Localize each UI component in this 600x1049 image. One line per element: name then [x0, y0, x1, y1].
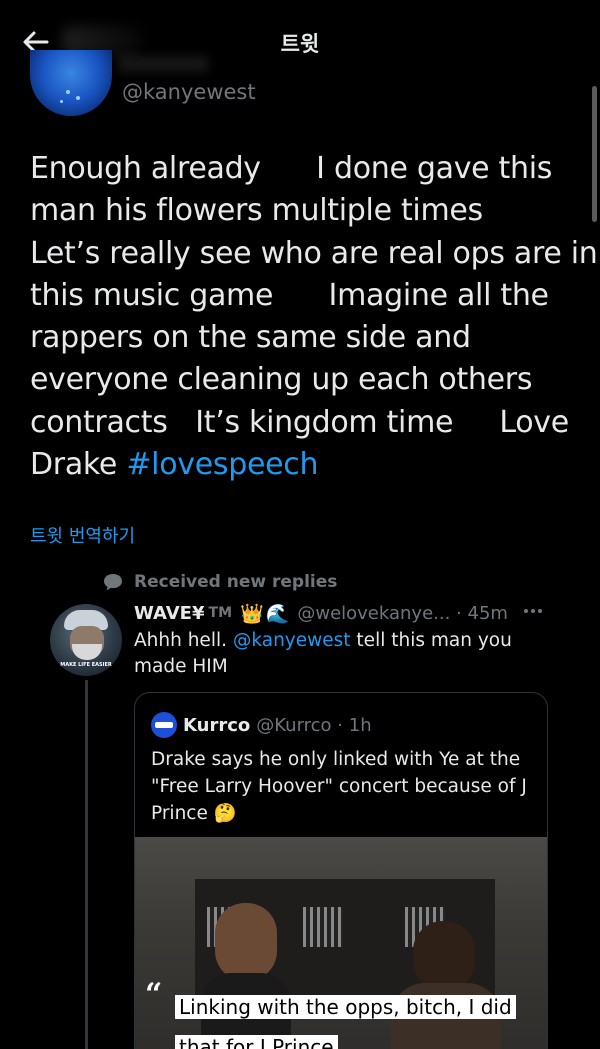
tweet-text-last-line: Drake #lovespeech [30, 444, 585, 486]
reply-author-avatar[interactable]: MAKE LIFE EASIER [50, 604, 122, 676]
image-quote-mark: “ [145, 977, 163, 1012]
reply-separator: · [450, 602, 468, 624]
image-caption: Linking with the opps, bitch, I did that… [175, 987, 525, 1049]
more-options-icon[interactable] [524, 604, 546, 618]
quoted-tweet-header: Kurrco @Kurrco · 1h [151, 712, 372, 738]
image-caption-text: Linking with the opps, bitch, I did that… [175, 995, 516, 1049]
quoted-author-avatar [151, 712, 177, 738]
quoted-author-handle: @Kurrco [256, 714, 332, 736]
tweet-text-line: Let’s really see who are real ops are in [30, 235, 598, 271]
tweet-text: Enough already I done gave this man his … [30, 148, 598, 486]
author-avatar[interactable] [30, 50, 112, 116]
blurred-author-name [118, 56, 208, 72]
author-handle[interactable]: @kanyewest [122, 80, 256, 104]
quoted-tweet-image[interactable]: “ Linking with the opps, bitch, I did th… [135, 837, 547, 1049]
reply-text-before: Ahhh hell. [134, 630, 233, 651]
tweet-text-line: man his flowers multiple times [30, 193, 483, 229]
speech-bubble-icon [102, 572, 124, 592]
reply-timestamp[interactable]: 45m [468, 603, 508, 624]
quoted-timestamp: 1h [348, 714, 372, 736]
mention-link[interactable]: @kanyewest [233, 630, 351, 651]
quoted-author-name: Kurrco [183, 714, 251, 736]
new-replies-indicator: Received new replies [102, 570, 337, 594]
translate-tweet-link[interactable]: 트윗 번역하기 [30, 522, 135, 548]
hashtag-link[interactable]: #lovespeech [126, 447, 318, 482]
tweet-text-line: this music game Imagine all the [30, 277, 549, 313]
scrollbar[interactable] [592, 86, 597, 222]
tweet-text-line: Enough already I done gave this [30, 151, 553, 186]
wave-emoji-icon: 🌊 [265, 602, 290, 625]
reply-author-name[interactable]: WAVE¥ [134, 603, 205, 624]
quoted-tweet-card[interactable]: Kurrco @Kurrco · 1h Drake says he only l… [134, 692, 548, 1049]
quoted-tweet-text: Drake says he only linked with Ye at the… [151, 749, 527, 824]
quoted-separator: · [331, 714, 349, 736]
reply-text: Ahhh hell. @kanyewest tell this man you … [134, 628, 554, 680]
tweet-text-tail: Drake [30, 447, 127, 483]
reply-header: WAVE¥ TM 👑 🌊 @welovekanye... · 45m [134, 600, 574, 626]
tweet-text-line: rappers on the same side and [30, 320, 471, 356]
reply-author-handle[interactable]: @welovekanye... [297, 603, 450, 624]
tweet-text-line: contracts It’s kingdom time Love [30, 404, 569, 440]
crown-emoji-icon: 👑 [240, 602, 264, 625]
thread-line [85, 680, 88, 1049]
image-grille [303, 907, 343, 947]
tweet-text-line: everyone cleaning up each others [30, 362, 533, 398]
avatar-caption: MAKE LIFE EASIER [60, 662, 112, 668]
reply-author-tm: TM [208, 605, 232, 621]
avatar-beard [72, 644, 102, 660]
new-replies-label: Received new replies [134, 572, 338, 592]
